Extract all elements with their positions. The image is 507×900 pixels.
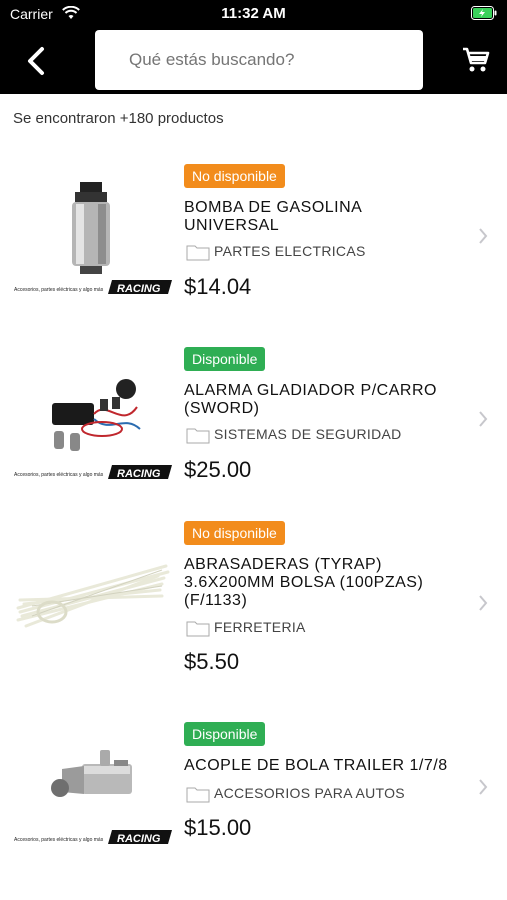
watermark-tagline: Accesorios, partes eléctricas y algo más [14,837,104,843]
product-name-line: (F/1133) [184,592,248,609]
car-alarm-image: Accesorios, partes eléctricas y algo más… [12,379,174,480]
product-name-line: ALARMA GLADIADOR P/CARRO [184,382,437,399]
chevron-right-icon [479,411,488,427]
product-name-line: 3.6X200MM BOLSA (100PZAS) [184,574,424,591]
availability-badge: No disponible [184,521,285,545]
category-label: SISTEMAS DE SEGURIDAD [214,426,402,442]
product-name-line: ABRASADERAS (TYRAP) [184,556,382,573]
trailer-coupler-image: Accesorios, partes eléctricas y algo más… [12,750,174,845]
chevron-right-icon [479,595,488,611]
folder-icon [186,245,210,261]
chevron-right-icon [479,779,488,795]
product-price: $15.00 [184,815,252,840]
search-bar[interactable] [95,30,423,90]
watermark-brand: RACING [117,283,161,295]
battery-charging-icon [471,6,497,20]
availability-badge: Disponible [184,722,266,746]
category-label: ACCESORIOS PARA AUTOS [214,785,405,801]
product-list-item[interactable]: Accesorios, partes eléctricas y algo más… [0,722,507,892]
chevron-left-icon[interactable] [20,43,52,79]
availability-badge: Disponible [184,347,266,371]
shopping-cart-icon[interactable] [462,46,490,74]
watermark-tagline: Accesorios, partes eléctricas y algo más [14,287,104,293]
category-label: FERRETERIA [214,619,306,635]
product-name-line: UNIVERSAL [184,217,280,234]
product-price: $5.50 [184,649,240,674]
product-price: $14.04 [184,274,252,299]
availability-badge: No disponible [184,164,285,188]
product-name: ACOPLE DE BOLA TRAILER 1/7/8 [184,757,474,775]
product-name-line: BOMBA DE GASOLINA [184,199,363,216]
status-time: 11:32 AM [221,5,286,22]
category-label: PARTES ELECTRICAS [214,243,366,259]
folder-icon [186,428,210,444]
watermark-brand: RACING [117,833,161,845]
folder-icon [186,787,210,803]
results-count: Se encontraron +180 productos [13,110,224,127]
product-price: $25.00 [184,457,252,482]
watermark-tagline: Accesorios, partes eléctricas y algo más [14,472,104,478]
product-list-item[interactable]: No disponible ABRASADERAS (TYRAP) 3.6X20… [0,521,507,691]
product-name: ALARMA GLADIADOR P/CARRO (SWORD) [184,382,474,418]
status-bar: Carrier 11:32 AM [0,0,507,28]
product-list-item[interactable]: Accesorios, partes eléctricas y algo más… [0,347,507,517]
product-name-line: (SWORD) [184,400,260,417]
product-name-line: ACOPLE DE BOLA TRAILER 1/7/8 [184,757,448,774]
product-name: BOMBA DE GASOLINA UNIVERSAL [184,199,474,235]
product-name: ABRASADERAS (TYRAP) 3.6X200MM BOLSA (100… [184,556,474,610]
folder-icon [186,621,210,637]
chevron-right-icon [479,228,488,244]
fuel-pump-image: Accesorios, partes eléctricas y algo más… [12,182,174,295]
product-list-item[interactable]: Accesorios, partes eléctricas y algo más… [0,164,507,334]
search-input[interactable] [129,48,409,72]
cable-ties-image [16,564,170,628]
top-navigation-bar [0,28,507,94]
watermark-brand: RACING [117,468,161,480]
